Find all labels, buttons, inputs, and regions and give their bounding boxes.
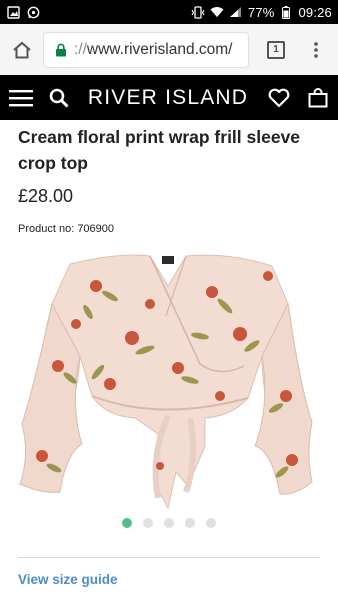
tab-count: 1: [267, 40, 285, 59]
product-image: [19, 254, 313, 510]
battery-percent: 77%: [247, 4, 275, 20]
signal-icon: [229, 5, 243, 19]
browser-toolbar: ://www.riverisland.com/ 1: [0, 24, 338, 75]
product-number: Product no: 706900: [18, 223, 115, 235]
more-vert-icon: [314, 41, 318, 58]
url-scheme: ://: [74, 40, 87, 58]
menu-button[interactable]: [0, 75, 42, 120]
size-guide-link[interactable]: View size guide: [18, 572, 118, 587]
gallery-dot[interactable]: [143, 518, 153, 528]
address-bar[interactable]: ://www.riverisland.com/: [44, 32, 248, 67]
search-icon: [49, 88, 69, 108]
hamburger-icon: [9, 89, 33, 106]
lock-icon: [56, 43, 66, 56]
status-bar: 77% 09:26: [0, 0, 338, 24]
clock: 09:26: [298, 4, 332, 20]
product-image-gallery[interactable]: [0, 246, 338, 534]
battery-icon: [279, 5, 293, 19]
home-icon: [13, 41, 31, 58]
brand-logo[interactable]: RIVER ISLAND: [76, 86, 260, 110]
vibrate-icon: [191, 5, 205, 19]
gallery-dot[interactable]: [185, 518, 195, 528]
search-button[interactable]: [42, 75, 76, 120]
url-host: www.riverisland.com/: [86, 40, 233, 58]
heart-icon: [268, 88, 290, 107]
gallery-icon: [6, 5, 20, 19]
gallery-dot[interactable]: [122, 518, 132, 528]
whatsapp-icon: [26, 5, 40, 19]
site-header: RIVER ISLAND: [0, 75, 338, 120]
gallery-dot[interactable]: [164, 518, 174, 528]
wifi-icon: [210, 5, 224, 19]
gallery-pagination: [0, 518, 338, 530]
gallery-dot[interactable]: [206, 518, 216, 528]
shopping-bag-icon: [308, 87, 328, 107]
home-button[interactable]: [0, 24, 44, 75]
divider: [18, 557, 320, 558]
browser-menu-button[interactable]: [298, 24, 334, 75]
wishlist-button[interactable]: [260, 75, 298, 120]
product-details: Cream floral print wrap frill sleeve cro…: [0, 120, 338, 600]
product-price: £28.00: [18, 186, 74, 206]
bag-button[interactable]: [298, 75, 338, 120]
product-title: Cream floral print wrap frill sleeve cro…: [18, 127, 301, 173]
tab-switcher-button[interactable]: 1: [254, 24, 298, 75]
